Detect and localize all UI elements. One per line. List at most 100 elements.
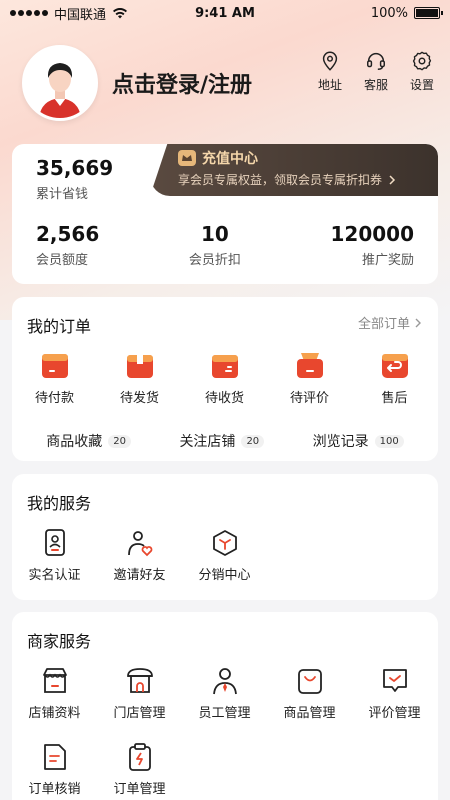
- merchant-review-management[interactable]: 评价管理: [352, 666, 437, 721]
- order-pending-receipt[interactable]: 待收货: [182, 351, 267, 406]
- followed-stores[interactable]: 关注店铺 20: [179, 431, 265, 451]
- merchant-order-management[interactable]: 订单管理: [97, 742, 182, 797]
- customer-service-label: 客服: [363, 78, 388, 92]
- stat-member-discount[interactable]: 10 会员折扣: [189, 222, 241, 268]
- merchant-order-verification[interactable]: 订单核销: [12, 742, 97, 797]
- service-real-name-auth[interactable]: 实名认证: [12, 528, 97, 583]
- saved-label: 累计省钱: [36, 187, 89, 202]
- services-card: 我的服务 实名认证 邀请好友 分销中心: [12, 474, 438, 600]
- count-badge: 20: [241, 434, 265, 448]
- stat-value: 10: [200, 222, 229, 246]
- shop-front-icon: [126, 668, 153, 693]
- order-status-label: 待评价: [289, 391, 329, 406]
- vip-recharge-banner[interactable]: 充值中心 享会员专属权益，领取会员专属折扣券: [150, 144, 438, 196]
- order-pending-shipment[interactable]: 待发货: [97, 351, 182, 406]
- shopping-bag-icon: [297, 669, 322, 694]
- gear-icon: [412, 51, 432, 71]
- battery-percent: 100%: [370, 5, 408, 21]
- merchant-label: 门店管理: [113, 706, 166, 721]
- favorite-label: 商品收藏: [46, 434, 103, 450]
- stat-member-credit[interactable]: 2,566 会员额度: [36, 222, 99, 268]
- stat-referral-reward[interactable]: 120000 推广奖励: [331, 222, 415, 268]
- chevron-right-icon: [415, 318, 421, 327]
- services-row: 实名认证 邀请好友 分销中心: [12, 528, 438, 583]
- merchant-store-info[interactable]: 店铺资料: [12, 666, 97, 721]
- login-register-link[interactable]: 点击登录/注册: [112, 67, 252, 99]
- order-status-label: 待付款: [34, 391, 74, 406]
- stat-value: 2,566: [36, 222, 100, 246]
- browsing-history[interactable]: 浏览记录 100: [313, 431, 404, 451]
- crown-icon: [178, 150, 196, 166]
- favorite-label: 浏览记录: [312, 434, 369, 450]
- avatar[interactable]: [22, 45, 98, 121]
- order-after-sales[interactable]: 售后: [352, 351, 437, 406]
- order-status-label: 待发货: [119, 391, 159, 406]
- stat-value: 120000: [330, 222, 415, 246]
- all-orders-label: 全部订单: [357, 317, 410, 332]
- service-invite-friends[interactable]: 邀请好友: [97, 528, 182, 583]
- document-icon: [43, 744, 66, 770]
- order-pending-review[interactable]: 待评价: [267, 351, 352, 406]
- service-label: 邀请好友: [113, 568, 166, 583]
- order-status-row: 待付款 待发货 待收货 待评价 售后: [12, 351, 438, 406]
- saved-value: 35,669: [36, 156, 114, 180]
- merchant-label: 订单管理: [113, 782, 166, 797]
- invite-friend-icon: [127, 531, 152, 557]
- merchant-label: 店铺资料: [28, 706, 81, 721]
- top-actions: 地址 客服 设置: [316, 50, 436, 93]
- services-title: 我的服务: [27, 494, 92, 513]
- customer-service-button[interactable]: 客服: [362, 50, 390, 93]
- merchant-label: 员工管理: [198, 706, 251, 721]
- count-badge: 100: [374, 434, 404, 448]
- service-distribution-center[interactable]: 分销中心: [182, 528, 267, 583]
- merchant-card: 商家服务 店铺资料 门店管理 员工管理 商品管理 评价管理 订单核销 订单管理: [12, 612, 438, 800]
- favorite-products[interactable]: 商品收藏 20: [46, 431, 131, 451]
- clipboard-icon: [128, 743, 151, 771]
- merchant-title: 商家服务: [27, 632, 92, 651]
- wallet-card: 35,669 累计省钱 充值中心 享会员专属权益，领取会员专属折扣券 2,566…: [12, 144, 438, 284]
- merchant-row-2: 订单核销 订单管理: [12, 742, 438, 797]
- wallet-icon: [41, 354, 68, 378]
- favorites-row: 商品收藏 20 关注店铺 20 浏览记录 100: [12, 431, 438, 451]
- all-orders-link[interactable]: 全部订单: [358, 313, 422, 332]
- orders-card: 我的订单 全部订单 待付款 待发货 待收货 待评价 售后 商品收藏 20 关注店…: [12, 297, 438, 461]
- count-badge: 20: [108, 434, 131, 448]
- id-card-icon: [44, 529, 65, 556]
- merchant-label: 商品管理: [283, 706, 336, 721]
- merchant-row-1: 店铺资料 门店管理 员工管理 商品管理 评价管理: [12, 666, 438, 721]
- staff-icon: [212, 668, 237, 695]
- store-icon: [42, 668, 67, 693]
- merchant-label: 订单核销: [28, 782, 81, 797]
- address-button[interactable]: 地址: [316, 50, 344, 93]
- settings-button[interactable]: 设置: [408, 50, 436, 93]
- headset-icon: [367, 53, 385, 70]
- order-status-label: 待收货: [204, 391, 244, 406]
- member-stats: 2,566 会员额度 10 会员折扣 120000 推广奖励: [12, 222, 438, 268]
- merchant-shop-management[interactable]: 门店管理: [97, 666, 182, 721]
- settings-label: 设置: [409, 78, 434, 92]
- avatar-person-icon: [25, 48, 95, 118]
- address-label: 地址: [317, 78, 342, 92]
- location-icon: [322, 51, 338, 71]
- vip-subtitle: 享会员专属权益，领取会员专属折扣券: [178, 173, 383, 187]
- orders-title: 我的订单: [27, 317, 92, 336]
- chevron-right-icon: [389, 174, 396, 185]
- battery-icon: [414, 7, 443, 19]
- merchant-product-management[interactable]: 商品管理: [267, 666, 352, 721]
- merchant-label: 评价管理: [368, 706, 421, 721]
- favorite-label: 关注店铺: [179, 434, 236, 450]
- package-icon: [126, 355, 153, 378]
- status-bar: 中国联通 9:41 AM 100%: [0, 0, 450, 26]
- profile-header[interactable]: 点击登录/注册: [22, 45, 252, 121]
- distribution-icon: [212, 530, 237, 556]
- stat-label: 会员额度: [36, 253, 89, 268]
- stat-label: 推广奖励: [361, 253, 414, 268]
- service-label: 分销中心: [198, 568, 251, 583]
- comment-check-icon: [382, 669, 407, 692]
- saved-money[interactable]: 35,669 累计省钱: [36, 156, 113, 202]
- merchant-staff-management[interactable]: 员工管理: [182, 666, 267, 721]
- order-status-label: 售后: [381, 391, 408, 406]
- return-icon: [381, 354, 408, 378]
- stat-label: 会员折扣: [188, 253, 241, 268]
- order-pending-payment[interactable]: 待付款: [12, 351, 97, 406]
